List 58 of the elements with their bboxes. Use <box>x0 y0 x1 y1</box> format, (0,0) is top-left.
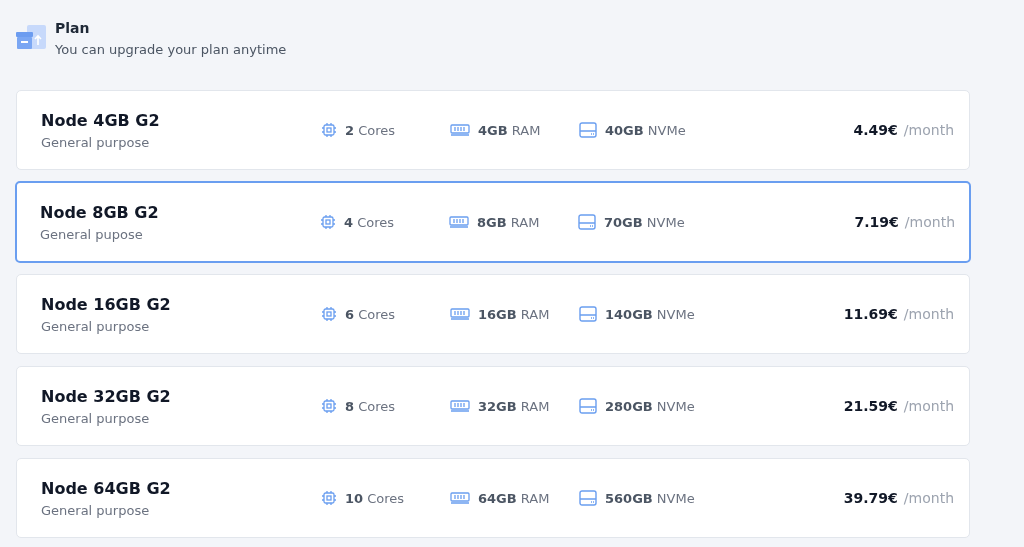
plan-price: 7.19€ <box>854 214 899 230</box>
memory-module-icon <box>450 307 470 321</box>
storage-spec: 140GB NVMe <box>605 306 695 322</box>
plan-card[interactable]: Node 64GB G2 General purpose 10 Cores 64GB RAM 560GB NVMe 39.79€ /month <box>16 458 970 538</box>
hard-drive-icon <box>578 214 596 230</box>
ram-spec: 64GB RAM <box>478 490 550 506</box>
plan-price: 4.49€ <box>853 122 898 138</box>
plan-card[interactable]: Node 8GB G2 General pupose 4 Cores 8GB RAM 70GB NVMe 7.19€ /month <box>15 181 971 263</box>
cpu-chip-icon <box>320 214 336 230</box>
cores-spec: 6 Cores <box>345 306 396 322</box>
hard-drive-icon <box>579 306 597 322</box>
plan-name: Node 4GB G2 <box>41 110 161 130</box>
storage-spec: 280GB NVMe <box>605 398 695 414</box>
plan-name: Node 32GB G2 <box>41 386 172 406</box>
plan-description: General pupose <box>40 226 144 242</box>
cores-spec: 10 Cores <box>345 490 405 506</box>
plan-description: General purpose <box>41 134 151 150</box>
plan-price: 11.69€ <box>843 306 898 322</box>
plan-description: General purpose <box>41 318 151 334</box>
cpu-chip-icon <box>321 490 337 506</box>
ram-spec: 4GB RAM <box>478 122 541 138</box>
plan-name: Node 8GB G2 <box>40 202 160 222</box>
plan-name: Node 64GB G2 <box>41 478 172 498</box>
hard-drive-icon <box>579 122 597 138</box>
cpu-chip-icon <box>321 306 337 322</box>
plan-name: Node 16GB G2 <box>41 294 172 314</box>
cores-spec: 4 Cores <box>344 214 395 230</box>
billing-period: /month <box>904 214 955 230</box>
storage-spec: 70GB NVMe <box>604 214 685 230</box>
plan-card[interactable]: Node 32GB G2 General purpose 8 Cores 32GB RAM 280GB NVMe 21.59€ /month <box>16 366 970 446</box>
plan-description: General purpose <box>41 502 151 518</box>
memory-module-icon <box>450 491 470 505</box>
plan-card[interactable]: Node 16GB G2 General purpose 6 Cores 16GB RAM 140GB NVMe 11.69€ /month <box>16 274 970 354</box>
storage-spec: 560GB NVMe <box>605 490 695 506</box>
billing-period: /month <box>903 490 954 506</box>
cpu-chip-icon <box>321 398 337 414</box>
cores-spec: 2 Cores <box>345 122 396 138</box>
archive-box-icon <box>16 25 46 51</box>
cores-spec: 8 Cores <box>345 398 396 414</box>
billing-period: /month <box>903 398 954 414</box>
ram-spec: 32GB RAM <box>478 398 550 414</box>
plan-price: 39.79€ <box>843 490 898 506</box>
hard-drive-icon <box>579 398 597 414</box>
plan-card[interactable]: Node 4GB G2 General purpose 2 Cores 4GB RAM 40GB NVMe 4.49€ /month <box>16 90 970 170</box>
storage-spec: 40GB NVMe <box>605 122 686 138</box>
ram-spec: 16GB RAM <box>478 306 550 322</box>
memory-module-icon <box>450 123 470 137</box>
section-title: Plan <box>55 19 91 38</box>
memory-module-icon <box>449 215 469 229</box>
plan-price: 21.59€ <box>843 398 898 414</box>
memory-module-icon <box>450 399 470 413</box>
plan-description: General purpose <box>41 410 151 426</box>
billing-period: /month <box>903 122 954 138</box>
ram-spec: 8GB RAM <box>477 214 540 230</box>
hard-drive-icon <box>579 490 597 506</box>
cpu-chip-icon <box>321 122 337 138</box>
billing-period: /month <box>903 306 954 322</box>
section-subtitle: You can upgrade your plan anytime <box>55 41 287 59</box>
